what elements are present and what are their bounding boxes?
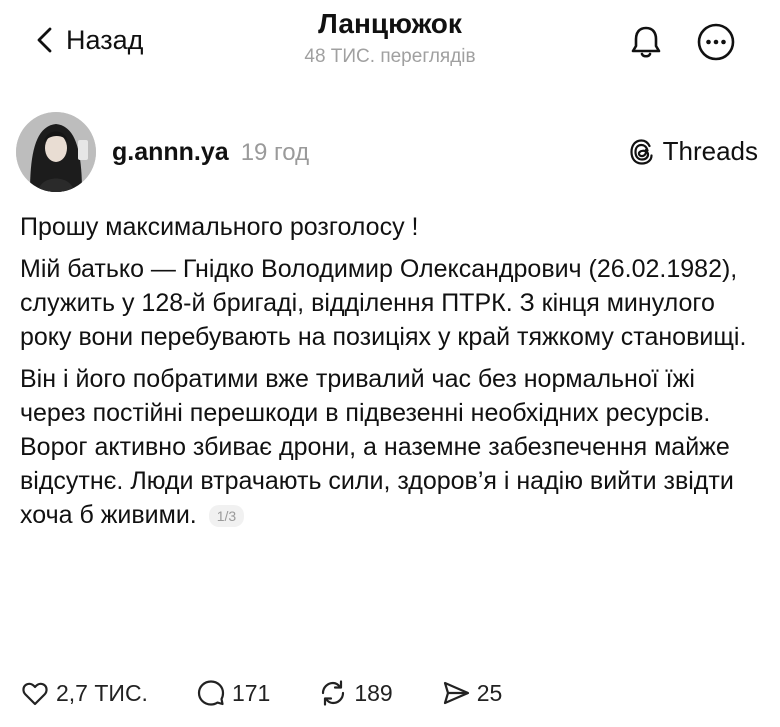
avatar[interactable]	[16, 112, 96, 192]
bell-icon[interactable]	[626, 22, 666, 62]
comment-icon	[197, 680, 225, 706]
post-header: g.annn.ya 19 год Threads	[16, 112, 766, 194]
post-time: 19 год	[240, 139, 310, 166]
post-paragraph: Він і його побратими вже тривалий час бе…	[20, 362, 765, 532]
repost-button[interactable]: 189	[318, 678, 393, 708]
threads-label: Threads	[662, 136, 758, 166]
header-bar: Назад Ланцюжок 48 ТИС. переглядів	[0, 0, 780, 90]
threads-logo-icon	[630, 138, 653, 165]
post-paragraph: Мій батько — Гнідко Володимир Олександро…	[20, 255, 747, 351]
repost-icon	[322, 680, 345, 706]
more-icon[interactable]	[696, 22, 736, 62]
like-count: 2,7 ТИС.	[56, 679, 148, 706]
post-author: g.annn.ya 19 год	[112, 138, 309, 167]
comment-button[interactable]: 171	[196, 678, 270, 708]
post-body: Прошу максимального розголосу ! Мій бать…	[20, 210, 765, 540]
thread-pager-badge: 1/3	[208, 505, 245, 528]
username[interactable]: g.annn.ya	[112, 138, 229, 167]
post-paragraph: Прошу максимального розголосу !	[20, 213, 419, 241]
threads-app-link[interactable]: Threads	[627, 136, 758, 167]
comment-count: 171	[231, 679, 271, 706]
repost-count: 189	[354, 679, 393, 706]
share-count: 25	[476, 679, 503, 706]
like-button[interactable]: 2,7 ТИС.	[20, 678, 148, 708]
avatar-image	[16, 112, 96, 192]
heart-icon	[22, 682, 48, 706]
post-paragraph-text: Він і його побратими вже тривалий час бе…	[20, 365, 734, 529]
post-actions: 2,7 ТИС. 171 189 25	[20, 676, 550, 710]
send-icon	[443, 681, 469, 705]
share-button[interactable]: 25	[441, 678, 503, 708]
